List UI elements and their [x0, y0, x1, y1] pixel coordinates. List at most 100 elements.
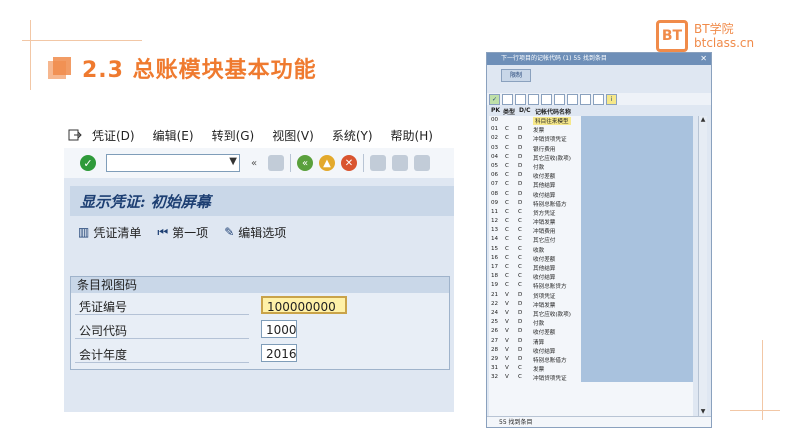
menu-view[interactable]: 视图(V) — [272, 127, 314, 144]
table-row[interactable]: 03 C D 银行费用 — [489, 143, 693, 153]
table-row[interactable]: 21 V D 贷项凭证 — [489, 290, 693, 300]
table-row[interactable]: 00 科目往来模型 — [489, 116, 693, 126]
decor-line-left — [30, 20, 31, 90]
table-row[interactable]: 18 C C 收付结算 — [489, 272, 693, 282]
back-icon[interactable]: « — [297, 155, 313, 171]
table-row[interactable]: 24 V D 其它应收(款项) — [489, 308, 693, 319]
table-row[interactable]: 32 V C 冲销贷项凭证 — [489, 373, 693, 383]
scroll-down-icon[interactable]: ▼ — [699, 408, 707, 416]
row-pk: 14 — [491, 236, 499, 243]
close-icon[interactable]: ✕ — [700, 53, 707, 65]
exit-icon[interactable] — [68, 129, 82, 141]
document-list-button[interactable]: ▥ 凭证清单 — [78, 224, 141, 241]
row-type: V — [505, 309, 509, 316]
tab-restrictions[interactable]: 限制 — [501, 69, 532, 82]
row-pk: 02 — [491, 135, 499, 142]
row-dc: D — [518, 337, 523, 344]
table-row[interactable]: 17 C C 其他结算 — [489, 263, 693, 273]
table-row[interactable]: 25 V D 付款 — [489, 318, 693, 328]
row-dc: C — [518, 254, 522, 261]
table-row[interactable]: 08 C D 收付结算 — [489, 189, 693, 199]
row-name: 贷方凭证 — [533, 210, 556, 217]
tool-icon[interactable] — [528, 93, 539, 105]
screen-title-bar: 显示凭证: 初始屏幕 — [70, 186, 454, 216]
table-row[interactable]: 31 V C 发票 — [489, 364, 693, 374]
row-name: 冲销发票 — [533, 220, 556, 227]
fiscal-year-input[interactable]: 2016 — [261, 344, 297, 362]
table-row[interactable]: 27 V D 清算 — [489, 336, 693, 346]
tool-icon[interactable] — [580, 93, 591, 105]
table-row[interactable]: 06 C D 收付差额 — [489, 171, 693, 181]
scroll-up-icon[interactable]: ▲ — [699, 116, 707, 124]
row-pk: 26 — [491, 328, 499, 335]
menu-document[interactable]: 凭证(D) — [92, 127, 135, 144]
tool-icon[interactable] — [515, 93, 526, 105]
cancel-icon[interactable]: ✕ — [341, 155, 357, 171]
find-next-icon[interactable] — [414, 155, 430, 171]
edit-options-button[interactable]: ✎ 编辑选项 — [224, 224, 286, 241]
document-number-input[interactable]: 100000000 — [261, 296, 347, 314]
tool-icon[interactable] — [554, 93, 565, 105]
table-row[interactable]: 12 C C 冲销发票 — [489, 217, 693, 227]
table-row[interactable]: 01 C D 发票 — [489, 125, 693, 135]
row-pk: 17 — [491, 264, 499, 270]
find-icon[interactable] — [392, 155, 408, 171]
menu-bar: 凭证(D) 编辑(E) 转到(G) 视图(V) 系统(Y) 帮助(H) — [64, 122, 454, 148]
table-row[interactable]: 11 C C 贷方凭证 — [489, 207, 693, 218]
row-type: C — [505, 199, 509, 206]
row-pk: 06 — [491, 172, 499, 179]
row-pk: 24 — [491, 309, 499, 316]
company-code-input[interactable]: 1000 — [261, 320, 297, 338]
tool-icon[interactable] — [593, 93, 604, 105]
command-field[interactable]: ▼ — [106, 154, 240, 172]
table-row[interactable]: 16 C C 收付差额 — [489, 253, 693, 263]
tool-icon[interactable] — [502, 93, 513, 105]
table-row[interactable]: 13 C C 冲销费用 — [489, 226, 693, 236]
row-filler — [581, 327, 693, 337]
table-row[interactable]: 15 C C 收款 — [489, 244, 693, 254]
table-row[interactable]: 07 C D 其他结算 — [489, 180, 693, 190]
vertical-scrollbar[interactable]: ▲ ▼ — [698, 116, 707, 416]
row-filler — [581, 207, 693, 218]
row-filler — [581, 235, 693, 245]
table-row[interactable]: 14 C C 其它应付 — [489, 235, 693, 245]
table-row[interactable]: 09 C D 特别总账借方 — [489, 198, 693, 208]
double-left-icon[interactable]: « — [246, 155, 262, 171]
exit-circle-icon[interactable]: ▲ — [319, 155, 335, 171]
table-row[interactable]: 04 C D 其它应收(款项) — [489, 152, 693, 162]
enter-check-icon[interactable]: ✓ — [80, 155, 96, 171]
table-row[interactable]: 26 V D 收付差额 — [489, 327, 693, 337]
logo-line1: BT学院 — [694, 22, 734, 36]
chevron-down-icon[interactable]: ▼ — [229, 156, 237, 167]
row-type: C — [505, 153, 509, 160]
field-row-fiscal-year: 会计年度 2016 — [71, 343, 449, 363]
row-name: 银行费用 — [533, 146, 556, 153]
tool-icon[interactable] — [567, 93, 578, 105]
row-dc: C — [518, 236, 522, 243]
table-row[interactable]: 22 V D 冲销发票 — [489, 299, 693, 309]
tool-icon[interactable] — [541, 93, 552, 105]
first-item-button[interactable]: ⏮ 第一项 — [157, 224, 208, 241]
table-row[interactable]: 02 C D 冲销贷项凭证 — [489, 134, 693, 144]
table-row[interactable]: 19 C C 特别总账贷方 — [489, 281, 693, 291]
table-row[interactable]: 28 V D 收付结算 — [489, 345, 693, 355]
table-row[interactable]: 29 V D 特别总账借方 — [489, 354, 693, 365]
row-type: C — [505, 218, 509, 225]
row-type: C — [505, 245, 509, 252]
menu-system[interactable]: 系统(Y) — [332, 127, 373, 144]
menu-help[interactable]: 帮助(H) — [391, 127, 433, 144]
info-icon[interactable]: i — [606, 93, 617, 105]
row-filler — [581, 263, 693, 273]
row-name: 付款 — [533, 321, 545, 328]
row-dc: D — [518, 355, 523, 362]
menu-goto[interactable]: 转到(G) — [212, 127, 255, 144]
menu-edit[interactable]: 编辑(E) — [153, 127, 194, 144]
row-name: 贷项凭证 — [533, 293, 556, 300]
save-icon[interactable] — [268, 155, 284, 171]
slide-title: 2.3 总账模块基本功能 — [48, 50, 317, 86]
brand-logo: BT BT学院 btclass.cn — [656, 20, 754, 52]
confirm-icon[interactable]: ✓ — [489, 93, 500, 105]
table-row[interactable]: 05 C D 付款 — [489, 161, 693, 172]
print-icon[interactable] — [370, 155, 386, 171]
row-dc: D — [518, 126, 523, 133]
